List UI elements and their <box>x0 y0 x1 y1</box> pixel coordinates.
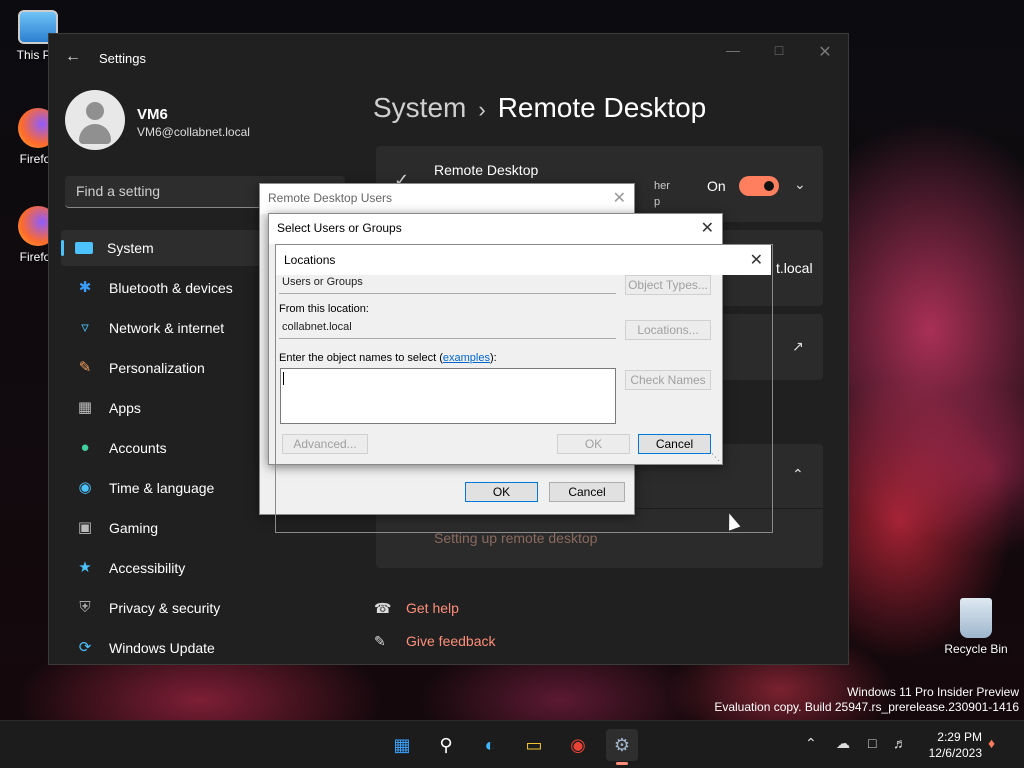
close-icon[interactable]: ✕ <box>701 218 714 238</box>
accessibility-icon: ★ <box>78 559 92 576</box>
pc-name-value: t.local <box>776 260 813 276</box>
remote-desktop-label: Remote Desktop <box>434 162 539 178</box>
page-title: System › Remote Desktop <box>373 92 706 124</box>
edge-icon[interactable]: ◐ <box>474 729 506 761</box>
desktop-icon-label: Recycle Bin <box>944 642 1008 656</box>
network-icon[interactable]: □ <box>868 735 876 751</box>
locations-dialog-frame: Locations ✕ <box>275 244 773 533</box>
remote-desktop-subtitle-2: p <box>654 196 661 208</box>
evaluation-watermark: Windows 11 Pro Insider Preview Evaluatio… <box>714 685 1019 715</box>
dialog-title: Select Users or Groups <box>277 221 402 235</box>
bluetooth-icon: ✱ <box>78 279 92 296</box>
sidebar-item-accessibility[interactable]: ★ Accessibility <box>61 550 351 586</box>
close-icon[interactable]: ✕ <box>613 188 626 208</box>
volume-muted-icon[interactable]: ♬ <box>893 735 907 751</box>
desktop-icon-recycle-bin[interactable]: Recycle Bin <box>944 598 1008 656</box>
dialog-title-bar: Locations ✕ <box>276 245 771 275</box>
give-feedback-label: Give feedback <box>406 633 496 649</box>
open-external-icon[interactable]: ↗ <box>792 338 804 355</box>
clock[interactable]: 2:29 PM 12/6/2023 <box>929 729 982 761</box>
minimize-button[interactable]: — <box>717 42 749 62</box>
chevron-up-icon[interactable]: ⌃ <box>792 466 804 483</box>
sidebar-item-label: Windows Update <box>109 640 215 656</box>
recycle-bin-icon <box>960 598 992 638</box>
start-button[interactable]: ▦ <box>386 729 418 761</box>
avatar-body <box>79 124 111 144</box>
remote-desktop-subtitle: her <box>654 180 670 192</box>
remote-desktop-toggle[interactable] <box>739 176 779 196</box>
chrome-icon[interactable]: ◉ <box>562 729 594 761</box>
system-icon <box>75 242 93 254</box>
sidebar-item-windows-update[interactable]: ⟳ Windows Update <box>61 630 351 666</box>
toggle-knob <box>764 181 774 191</box>
brush-icon: ✎ <box>78 359 92 376</box>
toggle-state-label: On <box>707 178 726 194</box>
globe-icon: ◉ <box>78 479 92 496</box>
chevron-right-icon: › <box>478 97 486 122</box>
clock-date: 12/6/2023 <box>928 746 982 760</box>
maximize-button[interactable]: □ <box>763 42 795 62</box>
gamepad-icon: ▣ <box>77 519 93 536</box>
sidebar-item-label: Bluetooth & devices <box>109 280 233 296</box>
back-arrow-icon[interactable]: ← <box>65 48 81 68</box>
sidebar-item-label: Accounts <box>109 440 167 456</box>
settings-taskbar-icon[interactable]: ⚙ <box>606 729 638 765</box>
sidebar-item-label: Time & language <box>109 480 215 496</box>
sidebar-item-label: Accessibility <box>109 560 186 576</box>
watermark-line-2: Evaluation copy. Build 25947.rs_prerelea… <box>714 700 1019 714</box>
file-explorer-icon[interactable]: ▭ <box>518 729 550 761</box>
sidebar-item-privacy[interactable]: ⛨ Privacy & security <box>61 590 351 626</box>
user-email: VM6@collabnet.local <box>137 125 250 139</box>
close-icon[interactable]: ✕ <box>750 250 763 270</box>
chevron-up-icon[interactable]: ⌃ <box>805 735 817 752</box>
title-bar: ← Settings — □ ✕ <box>49 34 848 82</box>
feedback-icon: ✎ <box>374 633 386 649</box>
wifi-icon: ▿ <box>81 319 89 336</box>
dialog-title: Remote Desktop Users <box>268 191 393 205</box>
search-icon[interactable]: ⚲ <box>430 729 462 761</box>
chevron-down-icon[interactable]: ⌄ <box>794 176 806 193</box>
breadcrumb-current: Remote Desktop <box>497 92 707 123</box>
sidebar-item-label: Personalization <box>109 360 205 376</box>
app-title: Settings <box>99 51 146 66</box>
close-button[interactable]: ✕ <box>809 42 841 62</box>
apps-icon: ▦ <box>77 399 93 416</box>
person-icon: ● <box>80 439 90 456</box>
shield-icon: ⛨ <box>79 599 91 616</box>
avatar[interactable] <box>65 90 125 150</box>
sidebar-item-label: System <box>107 240 154 256</box>
sidebar-item-label: Network & internet <box>109 320 225 336</box>
breadcrumb-parent[interactable]: System <box>373 92 466 123</box>
get-help-link[interactable]: ☎ Get help <box>374 600 459 617</box>
avatar-head <box>86 102 104 120</box>
user-name: VM6 <box>137 106 168 123</box>
sidebar-item-label: Gaming <box>109 520 159 536</box>
sidebar-item-label: Privacy & security <box>109 600 221 616</box>
onedrive-icon[interactable]: ☁ <box>836 735 850 752</box>
dialog-title: Locations <box>284 253 336 267</box>
get-help-label: Get help <box>406 600 459 616</box>
give-feedback-link[interactable]: ✎ Give feedback <box>374 633 496 650</box>
clock-time: 2:29 PM <box>937 730 982 744</box>
notification-bell-icon[interactable]: ♦ <box>988 735 995 751</box>
sidebar-item-label: Apps <box>109 400 141 416</box>
taskbar: ▦ ⚲ ◐ ▭ ◉ ⚙ ⌃ ☁ □ ♬ 2:29 PM 12/6/2023 ♦ <box>0 720 1024 768</box>
help-icon: ☎ <box>374 600 392 616</box>
update-icon: ⟳ <box>78 639 92 656</box>
watermark-line-1: Windows 11 Pro Insider Preview <box>847 685 1019 699</box>
